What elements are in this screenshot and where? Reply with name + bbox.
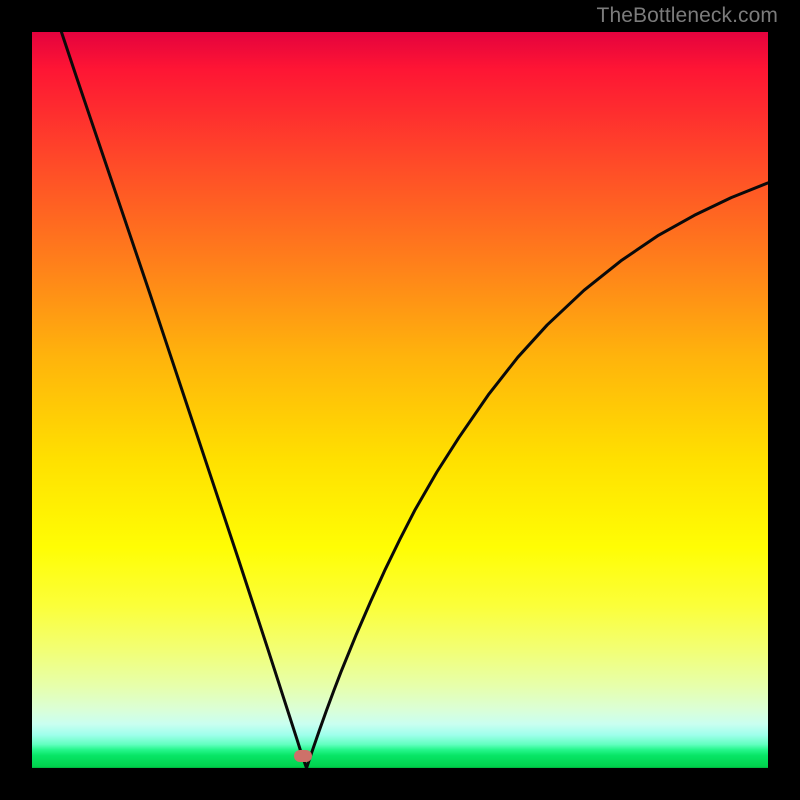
plot-area — [32, 32, 768, 768]
bottleneck-curve — [32, 32, 768, 768]
optimal-point-marker — [294, 750, 312, 762]
watermark-text: TheBottleneck.com — [597, 4, 778, 28]
chart-frame: TheBottleneck.com — [0, 0, 800, 800]
